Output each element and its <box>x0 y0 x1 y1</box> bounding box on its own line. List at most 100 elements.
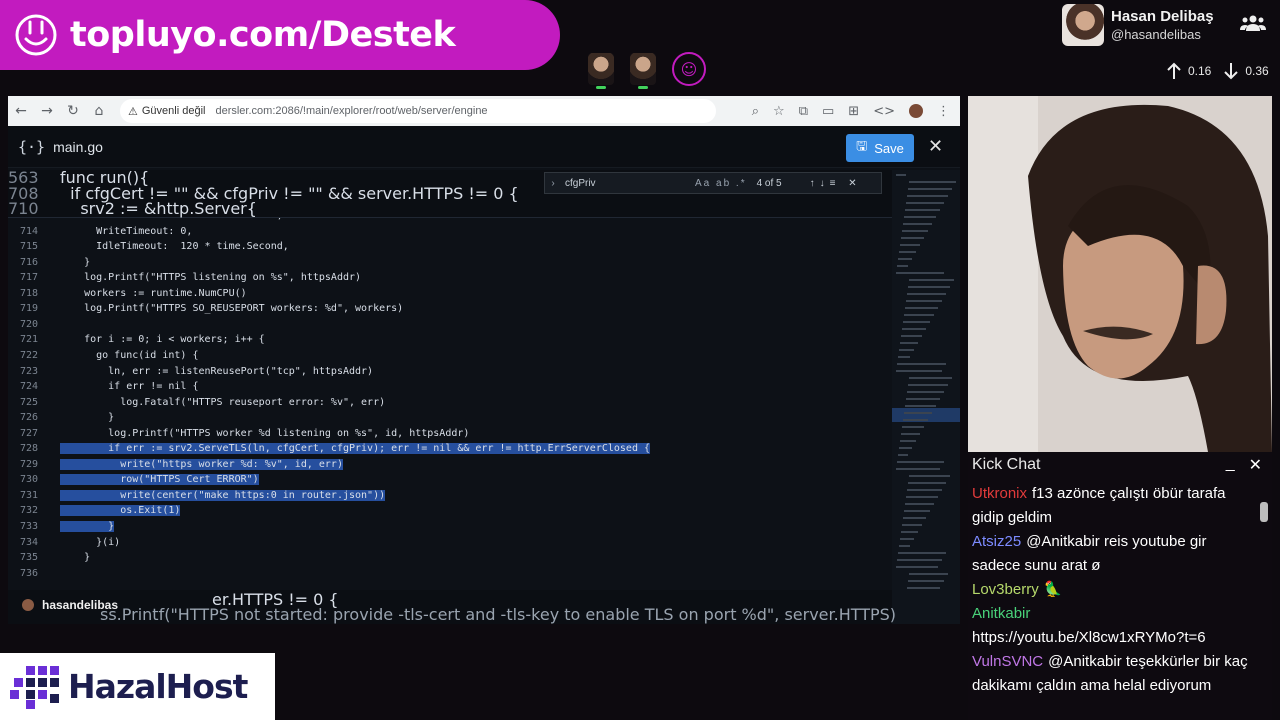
chat-message: Lov3berry 🦜 <box>972 578 1252 602</box>
address-url: dersler.com:2086/!main/explorer/root/web… <box>215 105 488 117</box>
sticky-line[interactable]: 710 srv2 := &http.Server{ <box>8 201 257 217</box>
line-number: 727 <box>19 427 38 439</box>
code-line[interactable]: 718 workers := runtime.NumCPU() <box>8 286 247 301</box>
apps-icon[interactable]: ⊞ <box>848 104 859 119</box>
minimap-stroke <box>907 195 948 197</box>
browser-window: ← → ↻ ⌂ ⚠ Güvenli değil dersler.com:2086… <box>8 96 960 624</box>
minimap-stroke <box>899 447 912 449</box>
line-number: 719 <box>19 303 38 315</box>
minimap-stroke <box>908 482 946 484</box>
line-text: } <box>60 552 91 564</box>
minimap-stroke <box>907 587 940 589</box>
minimap[interactable] <box>892 170 960 624</box>
minimap-stroke <box>897 559 942 561</box>
menu-icon[interactable]: ⋮ <box>937 104 950 119</box>
line-text: } <box>60 256 91 268</box>
minimap-stroke <box>909 475 950 477</box>
streamer-profile: Hasan Delibaş @hasandelibas <box>1062 4 1214 46</box>
code-line[interactable]: 729 write("https worker %d: %v", id, err… <box>8 457 343 472</box>
code-editor[interactable]: 713 ReadTimeout: 10 * time.Second,714 Wr… <box>8 170 892 624</box>
line-number: 723 <box>19 365 38 377</box>
zoom-icon[interactable]: ⌕ <box>752 104 759 119</box>
minimap-stroke <box>897 265 908 267</box>
find-options[interactable]: Aa ab .* <box>695 178 747 189</box>
sponsor-name: HazalHost <box>68 667 248 706</box>
code-line[interactable]: 717 log.Printf("HTTPS listening on %s", … <box>8 270 361 285</box>
webcam-feed <box>968 96 1272 452</box>
minimize-icon[interactable]: _ <box>1226 455 1235 475</box>
devtools-icon[interactable]: <> <box>873 104 895 119</box>
minimap-stroke <box>896 272 944 274</box>
minimap-stroke <box>899 349 914 351</box>
find-nav-icons[interactable]: ↑↓≡ ✕ <box>810 178 862 189</box>
chat-scrollbar[interactable] <box>1260 486 1268 714</box>
home-icon[interactable]: ⌂ <box>86 103 112 119</box>
editor-bottom: er.HTTPS != 0 { ss.Printf("HTTPS not sta… <box>8 590 896 624</box>
minimap-stroke <box>907 391 944 393</box>
code-line[interactable]: 720 <box>8 317 60 332</box>
find-widget[interactable]: › cfgPriv Aa ab .* 4 of 5 ↑↓≡ ✕ <box>544 172 882 194</box>
close-editor-icon[interactable]: ✕ <box>928 136 943 157</box>
line-text: log.Printf("HTTPS worker %d listening on… <box>60 427 470 439</box>
code-line[interactable]: 735 } <box>8 550 90 565</box>
line-text: } <box>60 521 115 532</box>
line-number: 722 <box>19 349 38 361</box>
minimap-stroke <box>908 384 948 386</box>
reading-list-icon[interactable]: ▭ <box>822 104 834 119</box>
minimap-stroke <box>902 328 926 330</box>
line-number: 721 <box>19 334 38 346</box>
code-line[interactable]: 732 os.Exit(1) <box>8 503 181 518</box>
smile-logo-icon <box>15 14 57 56</box>
reload-icon[interactable]: ↻ <box>60 103 86 119</box>
extensions-icon[interactable]: ⧉ <box>799 104 808 119</box>
line-number: 715 <box>19 241 38 253</box>
chat-username[interactable]: Utkronix <box>972 485 1027 502</box>
minimap-stroke <box>905 307 938 309</box>
code-line[interactable]: 714 WriteTimeout: 0, <box>8 224 193 239</box>
minimap-stroke <box>904 510 930 512</box>
code-line[interactable]: 721 for i := 0; i < workers; i++ { <box>8 332 265 347</box>
code-line[interactable]: 736 <box>8 566 60 581</box>
hazalhost-mark-icon <box>10 665 59 709</box>
profile-avatar[interactable] <box>909 104 923 118</box>
code-line[interactable]: 730 row("HTTPS Cert ERROR") <box>8 472 259 487</box>
code-line[interactable]: 722 go func(id int) { <box>8 348 199 363</box>
forward-icon[interactable]: → <box>34 103 60 119</box>
line-number: 733 <box>19 521 38 532</box>
code-line[interactable]: 728 if err := srv2.ServeTLS(ln, cfgCert,… <box>8 441 651 456</box>
code-line[interactable]: 724 if err != nil { <box>8 379 199 394</box>
find-input[interactable]: cfgPriv <box>565 178 695 189</box>
chevron-right-icon[interactable]: › <box>545 178 561 189</box>
minimap-stroke <box>908 286 950 288</box>
line-text: if err := srv2.ServeTLS(ln, cfgCert, cfg… <box>60 443 651 455</box>
code-line[interactable]: 734 }(i) <box>8 535 120 550</box>
code-line[interactable]: 716 } <box>8 255 90 270</box>
line-text: if err != nil { <box>60 381 199 393</box>
code-line[interactable]: 719 log.Printf("HTTPS SO_REUSEPORT worke… <box>8 301 403 316</box>
minimap-stroke <box>896 370 942 372</box>
code-line[interactable]: 733 } <box>8 519 115 534</box>
scroll-thumb[interactable] <box>1260 502 1268 522</box>
chat-username[interactable]: Atsiz25 <box>972 533 1021 550</box>
chat-message: Atsiz25 @Anitkabir reis youtube gir sadec… <box>972 530 1252 578</box>
chat-username[interactable]: Anitkabir <box>972 605 1030 622</box>
code-line[interactable]: 731 write(center("make https:0 in router… <box>8 488 386 503</box>
close-icon[interactable]: ✕ <box>1249 455 1262 475</box>
line-number: 734 <box>19 536 38 548</box>
code-line[interactable]: 715 IdleTimeout: 120 * time.Second, <box>8 239 289 254</box>
code-line[interactable]: 726 } <box>8 410 114 425</box>
back-icon[interactable]: ← <box>8 103 34 119</box>
minimap-stroke <box>905 405 936 407</box>
line-text: ln, err := listenReusePort("tcp", httpsA… <box>60 365 374 377</box>
bookmark-star-icon[interactable]: ☆ <box>773 104 785 119</box>
address-bar[interactable]: ⚠ Güvenli değil dersler.com:2086/!main/e… <box>120 99 716 123</box>
code-line[interactable]: 723 ln, err := listenReusePort("tcp", ht… <box>8 364 373 379</box>
code-line[interactable]: 725 log.Fatalf("HTTPS reuseport error: %… <box>8 395 385 410</box>
save-button[interactable]: 🖫 Save <box>846 134 914 162</box>
code-line[interactable]: 727 log.Printf("HTTPS worker %d listenin… <box>8 426 469 441</box>
minimap-stroke <box>900 244 920 246</box>
minimap-stroke <box>896 468 940 470</box>
chat-username[interactable]: Lov3berry <box>972 581 1039 598</box>
chat-username[interactable]: VulnSVNC <box>972 653 1043 670</box>
minimap-stroke <box>903 419 928 421</box>
